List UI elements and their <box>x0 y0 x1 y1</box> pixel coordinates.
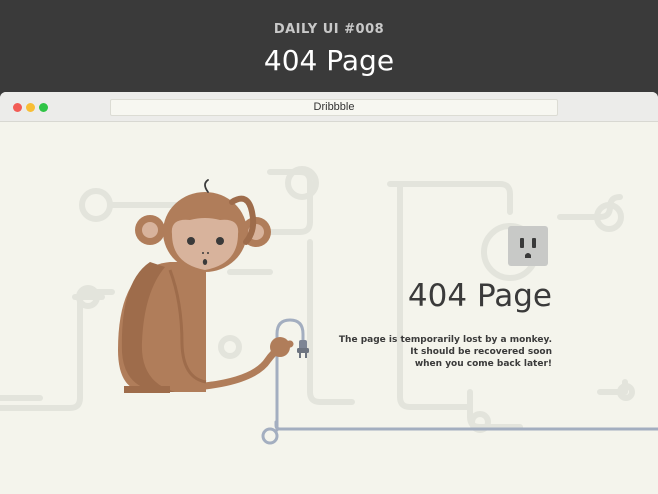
scene-illustration <box>0 166 658 445</box>
showcase-kicker: DAILY UI #008 <box>273 22 385 37</box>
monkey-illustration <box>118 179 294 393</box>
address-bar[interactable]: Dribbble <box>110 99 558 116</box>
showcase-header: DAILY UI #008 404 Page <box>0 0 658 92</box>
error-message: The page is temporarily lost by a monkey… <box>339 334 552 370</box>
close-window-button[interactable] <box>13 103 22 112</box>
power-outlet-icon <box>508 226 548 266</box>
error-message-line: when you come back later! <box>414 359 552 369</box>
error-title: 404 Page <box>407 278 552 314</box>
browser-titlebar: Dribbble <box>0 92 658 122</box>
minimize-window-button[interactable] <box>26 103 35 112</box>
browser-window: Dribbble 404 Page The page is temporaril… <box>0 92 658 494</box>
error-message-line: The page is temporarily lost by a monkey… <box>338 335 552 345</box>
error-message-line: It should be recovered soon <box>410 347 552 357</box>
showcase-title: 404 Page <box>263 44 395 77</box>
zoom-window-button[interactable] <box>39 103 48 112</box>
